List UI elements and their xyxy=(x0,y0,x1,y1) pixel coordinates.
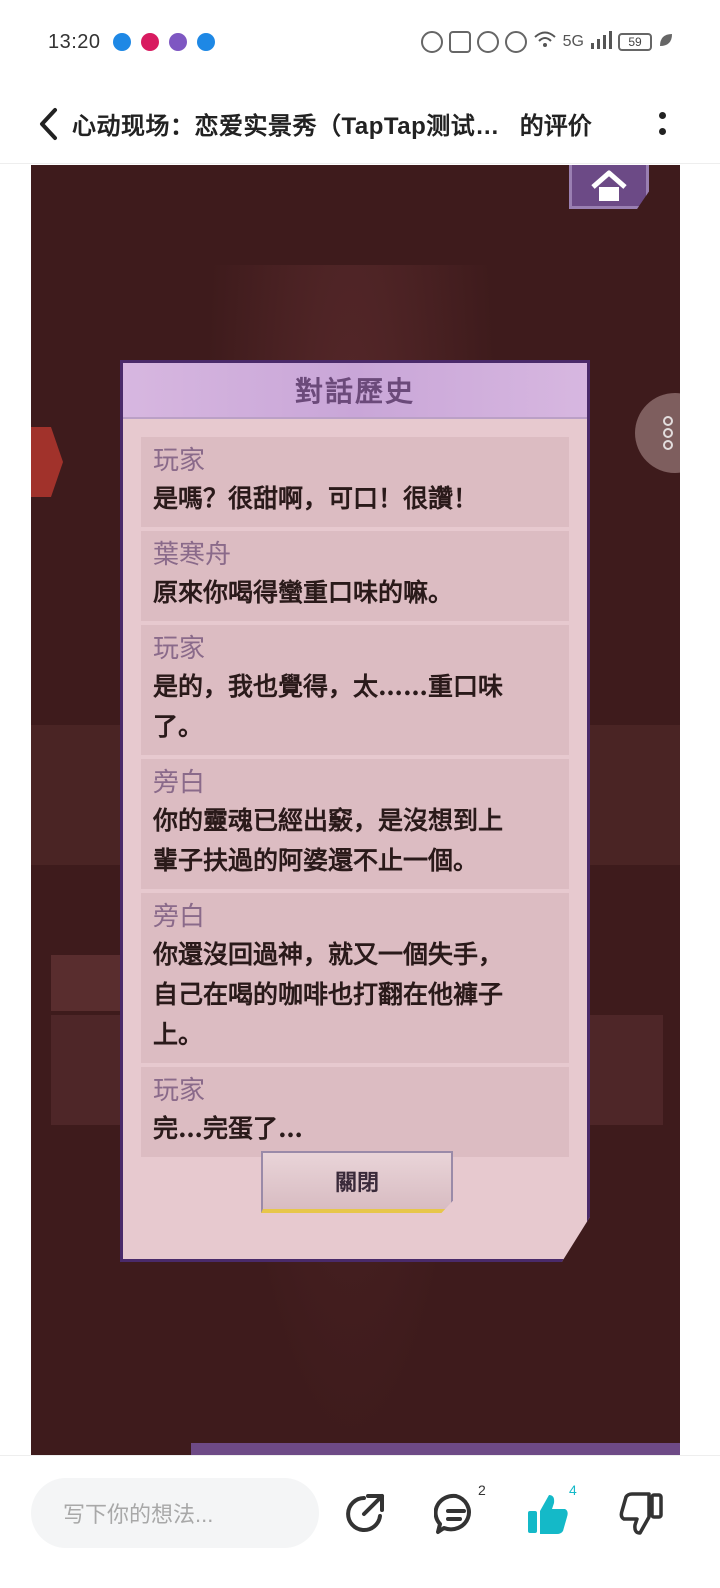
history-entry: 玩家 完…完蛋了… xyxy=(141,1067,569,1157)
close-button[interactable]: 關閉 xyxy=(261,1151,453,1213)
notification-app-icon xyxy=(168,33,187,51)
mute-icon xyxy=(504,31,527,53)
speaker-name: 玩家 xyxy=(153,634,206,664)
dialogue-line: 完…完蛋了… xyxy=(153,1114,304,1143)
dialogue-line: 是嗎？很甜啊，可口！很讚！ xyxy=(153,484,479,513)
bottom-decor-strip xyxy=(191,1443,680,1455)
history-entry: 葉寒舟 原來你喝得蠻重口味的嘛。 xyxy=(141,531,569,621)
game-screenshot: 對話歷史 玩家 是嗎？很甜啊，可口！很讚！ 葉寒舟 原來你喝得蠻重口味的嘛。 玩… xyxy=(31,165,680,1455)
history-entry: 玩家 是嗎？很甜啊，可口！很讚！ xyxy=(141,437,569,527)
speaker-name: 玩家 xyxy=(153,446,206,476)
panel-title: 對話歷史 xyxy=(294,375,415,408)
close-button-label: 關閉 xyxy=(334,1170,379,1196)
status-indicators: 5G 59 xyxy=(420,30,674,55)
dialogue-line: 原來你喝得蠻重口味的嘛。 xyxy=(153,578,454,607)
panel-header: 對話歷史 xyxy=(123,363,587,419)
status-bar: 13:20 5G 59 xyxy=(0,0,720,84)
status-app-icons xyxy=(112,33,215,51)
comment-count: 2 xyxy=(478,1482,486,1498)
notification-app-icon xyxy=(196,33,215,51)
dialogue-line: 你還沒回過神，就又一個失手， xyxy=(153,940,504,969)
dialogue-history-panel: 對話歷史 玩家 是嗎？很甜啊，可口！很讚！ 葉寒舟 原來你喝得蠻重口味的嘛。 玩… xyxy=(120,360,590,1262)
dialogue-line: 上。 xyxy=(153,1020,204,1049)
dialogue-line: 自己在喝的咖啡也打翻在他褲子 xyxy=(153,980,504,1009)
nfc-icon xyxy=(448,31,471,53)
alarm-icon xyxy=(476,31,499,53)
share-icon[interactable] xyxy=(336,1486,392,1542)
header: 心动现场：恋爱实景秀（TapTap测试… 的评价 xyxy=(0,84,720,164)
speaker-name: 旁白 xyxy=(153,768,206,798)
page-title: 心动现场：恋爱实景秀（TapTap测试… xyxy=(72,113,500,140)
page-title-suffix: 的评价 xyxy=(519,113,592,140)
signal-icon xyxy=(590,30,612,54)
leaf-icon xyxy=(658,32,674,53)
dialogue-line: 你的靈魂已經出竅，是沒想到上 xyxy=(153,806,504,835)
speaker-name: 玩家 xyxy=(153,1076,206,1106)
history-entry: 旁白 你還沒回過神，就又一個失手， 自己在喝的咖啡也打翻在他褲子 上。 xyxy=(141,893,569,1063)
dialogue-line: 輩子扶過的阿婆還不止一個。 xyxy=(153,846,479,875)
speaker-name: 旁白 xyxy=(153,902,206,932)
chat-bubble-icon[interactable] xyxy=(635,393,680,473)
history-entry: 旁白 你的靈魂已經出竅，是沒想到上 輩子扶過的阿婆還不止一個。 xyxy=(141,759,569,889)
speaker-name: 葉寒舟 xyxy=(153,540,232,570)
comment-input-placeholder: 写下你的想法... xyxy=(63,1502,214,1527)
more-vertical-icon[interactable] xyxy=(650,104,674,144)
battery-icon: 59 xyxy=(618,33,652,51)
eye-icon xyxy=(420,31,443,53)
home-button[interactable] xyxy=(569,165,649,209)
thumbs-up-icon[interactable] xyxy=(520,1486,576,1542)
notification-app-icon xyxy=(140,33,159,51)
thumbs-down-icon[interactable] xyxy=(613,1486,669,1542)
history-entries: 玩家 是嗎？很甜啊，可口！很讚！ 葉寒舟 原來你喝得蠻重口味的嘛。 玩家 是的，… xyxy=(123,419,587,1157)
dialogue-line: 是的，我也覺得，太……重口味 xyxy=(153,672,504,701)
chevron-left-icon[interactable] xyxy=(28,104,68,144)
bottom-action-bar: 写下你的想法... 2 4 xyxy=(0,1455,720,1588)
comment-icon[interactable] xyxy=(428,1486,484,1542)
dialogue-line: 了。 xyxy=(153,712,204,741)
home-icon xyxy=(591,170,627,201)
wifi-icon xyxy=(533,30,557,55)
notification-app-icon xyxy=(112,33,131,51)
network-label: 5G xyxy=(562,33,584,50)
status-time: 13:20 xyxy=(48,30,101,53)
left-badge-icon[interactable] xyxy=(31,427,63,497)
like-count: 4 xyxy=(569,1482,577,1498)
history-entry: 玩家 是的，我也覺得，太……重口味 了。 xyxy=(141,625,569,755)
comment-input[interactable]: 写下你的想法... xyxy=(31,1478,319,1548)
